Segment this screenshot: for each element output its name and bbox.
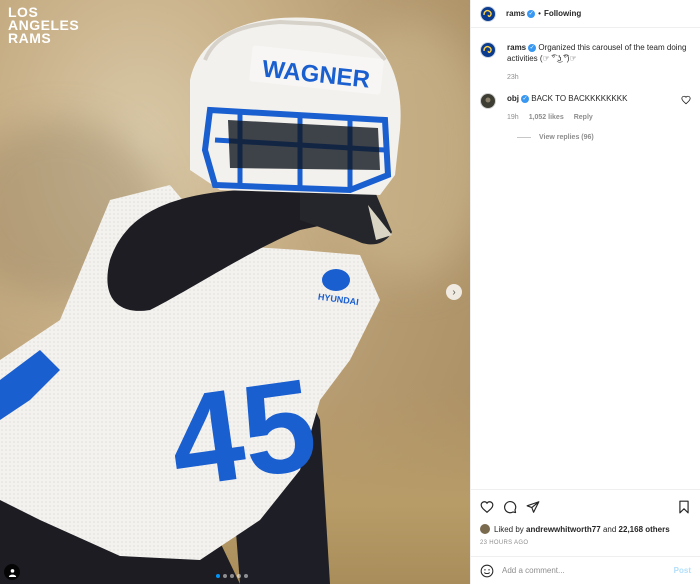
reply-button[interactable]: Reply xyxy=(574,112,593,123)
carousel-dot xyxy=(230,574,234,578)
liked-by-conjunction: and xyxy=(602,524,617,534)
comment-item: obj ✓ BACK TO BACKKKKKKKK 19h 1,052 likes… xyxy=(480,93,691,123)
add-comment-bar: Post xyxy=(471,556,700,584)
heart-icon[interactable] xyxy=(480,500,494,514)
avatar[interactable] xyxy=(480,42,496,58)
post-actions: Liked by andrewwhitworth77 and 22,168 ot… xyxy=(471,489,700,546)
liked-by-others[interactable]: 22,168 others xyxy=(619,525,670,534)
comment-username[interactable]: obj xyxy=(507,94,519,103)
avatar[interactable] xyxy=(480,524,490,534)
post-header: rams ✓ • Following xyxy=(471,0,700,28)
comment-text: BACK TO BACKKKKKKKK xyxy=(531,94,628,103)
post-timestamp[interactable]: 23 HOURS AGO xyxy=(480,540,691,546)
instagram-post: 45 HYUNDAI WAGNER LOS ANGELES RAMS › ram… xyxy=(0,0,700,584)
carousel-dot xyxy=(216,574,220,578)
emoji-icon[interactable] xyxy=(480,564,494,578)
divider xyxy=(517,137,531,138)
comments-section: rams ✓ Organized this carousel of the tea… xyxy=(471,28,700,489)
comment-likes[interactable]: 1,052 likes xyxy=(529,112,564,123)
profile-photo-icon xyxy=(485,97,491,103)
next-slide-button[interactable]: › xyxy=(446,284,462,300)
avatar[interactable] xyxy=(480,93,496,109)
liked-by: Liked by andrewwhitworth77 and 22,168 ot… xyxy=(480,524,691,534)
comment-age[interactable]: 19h xyxy=(507,112,519,123)
carousel-dot xyxy=(237,574,241,578)
comment-input[interactable] xyxy=(502,566,674,575)
rams-logo-icon xyxy=(483,9,492,17)
username-link[interactable]: rams xyxy=(506,9,525,18)
verified-icon: ✓ xyxy=(528,43,537,52)
team-logo-text: LOS ANGELES RAMS xyxy=(8,5,79,46)
rams-logo-icon xyxy=(483,45,492,54)
separator-dot: • xyxy=(538,9,541,18)
action-icons xyxy=(480,498,691,516)
carousel-dot xyxy=(223,574,227,578)
post-button[interactable]: Post xyxy=(674,566,691,575)
carousel-dot xyxy=(244,574,248,578)
caption: rams ✓ Organized this carousel of the tea… xyxy=(480,42,691,83)
view-replies-button[interactable]: View replies (96) xyxy=(517,134,691,141)
avatar[interactable] xyxy=(480,5,496,22)
verified-icon: ✓ xyxy=(527,9,536,18)
share-icon[interactable] xyxy=(526,500,540,514)
tagged-users-button[interactable] xyxy=(4,564,20,580)
jersey-number: 45 xyxy=(161,350,325,515)
liked-by-user[interactable]: andrewwhitworth77 xyxy=(526,525,601,534)
user-icon xyxy=(8,568,16,577)
verified-icon: ✓ xyxy=(521,94,529,103)
view-replies-label: View replies (96) xyxy=(539,134,594,141)
player-illustration: 45 HYUNDAI WAGNER xyxy=(0,17,401,584)
following-button[interactable]: Following xyxy=(544,9,581,18)
logo-line: RAMS xyxy=(8,30,52,46)
caption-username[interactable]: rams xyxy=(507,43,526,52)
chevron-right-icon: › xyxy=(452,286,456,298)
carousel-indicator xyxy=(216,574,248,578)
heart-icon[interactable] xyxy=(681,95,691,105)
post-image[interactable]: 45 HYUNDAI WAGNER LOS ANGELES RAMS › xyxy=(0,0,470,584)
bookmark-icon[interactable] xyxy=(677,500,691,514)
liked-by-prefix: Liked by xyxy=(494,524,524,534)
comment-icon[interactable] xyxy=(503,500,517,514)
post-side-panel: rams ✓ • Following rams ✓ Organized this … xyxy=(470,0,700,584)
caption-age[interactable]: 23h xyxy=(507,72,519,83)
